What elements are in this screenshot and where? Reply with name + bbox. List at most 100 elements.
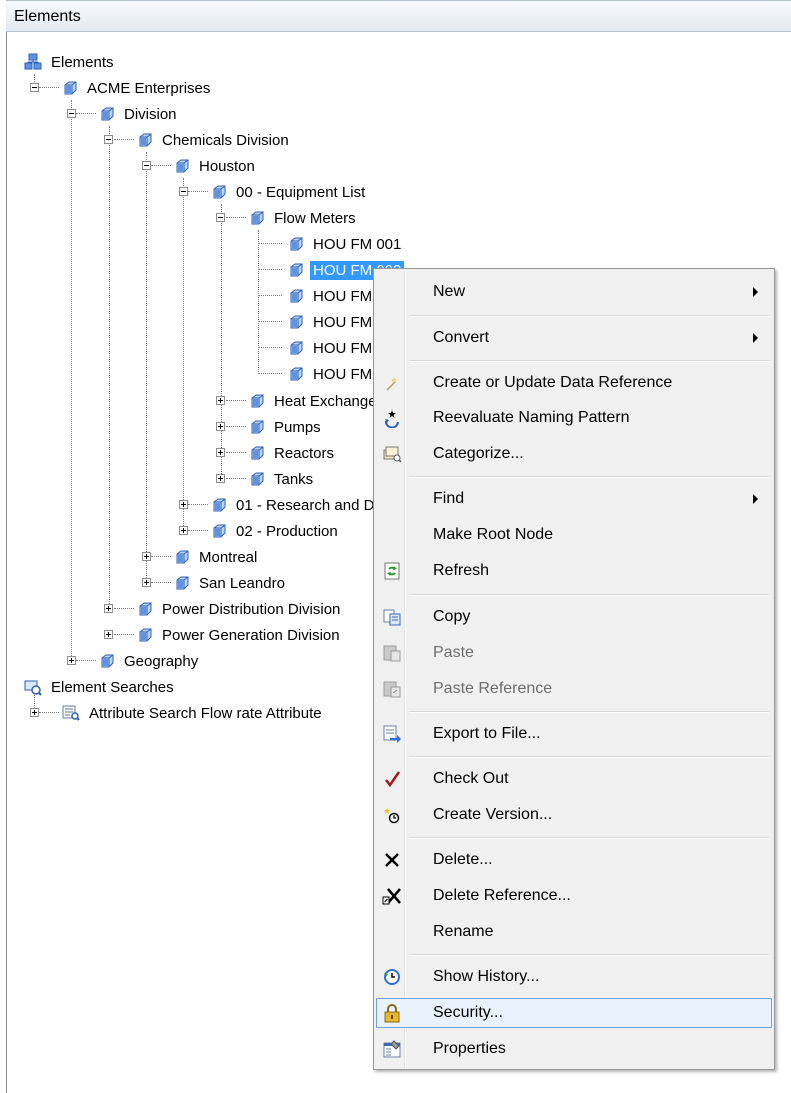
menu-item-reevaluate-naming-pattern[interactable]: Reevaluate Naming Pattern [376,403,772,433]
menu-item-copy[interactable]: Copy [376,602,772,632]
tree-item-equipment-list[interactable]: 00 - Equipment List [211,181,368,203]
tree-item-power-generation[interactable]: Power Generation Division [137,624,343,646]
element-icon [174,575,190,591]
menu-item-paste[interactable]: Paste [376,638,772,668]
tree-item-chemicals[interactable]: Chemicals Division [137,129,292,151]
menu-item-properties[interactable]: Properties [376,1034,772,1064]
element-icon [137,627,153,643]
tree-item-elements-root[interactable]: Elements [24,51,117,73]
expand-heat-exchangers[interactable] [216,396,225,405]
tree-item-acme[interactable]: ACME Enterprises [62,77,213,99]
menu-item-refresh[interactable]: Refresh [376,556,772,586]
menu-item-categorize[interactable]: Categorize... [376,439,772,469]
submenu-arrow-icon [753,333,758,343]
menu-item-paste-reference[interactable]: Paste Reference [376,674,772,704]
paste-reference-icon [383,681,401,698]
expand-reactors[interactable] [216,448,225,457]
menu-item-show-history[interactable]: Show History... [376,962,772,992]
element-icon [249,471,265,487]
tree-item-attribute-search[interactable]: Attribute Search Flow rate Attribute [62,702,325,724]
delete-icon [385,853,399,867]
expand-san-leandro[interactable] [142,578,151,587]
tree-label: Geography [124,652,199,670]
element-search-icon [24,680,42,696]
delete-reference-icon [382,888,401,905]
tree-item-power-distribution[interactable]: Power Distribution Division [137,598,343,620]
tree-label: Elements [51,53,114,71]
collapse-equipment-list[interactable] [179,187,188,196]
tree-item-fm001[interactable]: HOU FM 001 [288,233,404,255]
element-icon [174,158,190,174]
submenu-arrow-icon [753,287,758,297]
reevaluate-icon [385,410,399,428]
menu-item-make-root-node[interactable]: Make Root Node [376,520,772,550]
menu-item-export-to-file[interactable]: Export to File... [376,719,772,749]
collapse-acme[interactable] [30,83,39,92]
tree-label: Chemicals Division [162,131,289,149]
expand-montreal[interactable] [142,552,151,561]
tree-label: Attribute Search Flow rate Attribute [89,704,322,722]
menu-item-new[interactable]: New [376,277,772,307]
tree-item-tanks[interactable]: Tanks [249,468,316,490]
menu-item-delete[interactable]: Delete... [376,845,772,875]
tree-item-element-searches[interactable]: Element Searches [24,676,177,698]
tree-item-division[interactable]: Division [99,103,180,125]
tree-item-geography[interactable]: Geography [99,650,201,672]
properties-icon [383,1040,401,1058]
tree-item-san-leandro[interactable]: San Leandro [174,572,288,594]
tree-label: Houston [199,157,255,175]
tree-item-houston[interactable]: Houston [174,155,258,177]
create-version-icon [384,808,400,824]
elements-root-icon [24,53,42,70]
tree-label: Power Distribution Division [162,600,341,618]
tree-label: Pumps [274,418,321,436]
tree-item-pumps[interactable]: Pumps [249,416,324,438]
collapse-houston[interactable] [142,161,151,170]
tree-item-montreal[interactable]: Montreal [174,546,260,568]
wand-icon [386,377,397,391]
menu-item-check-out[interactable]: Check Out [376,764,772,794]
menu-item-create-version[interactable]: Create Version... [376,800,772,830]
menu-item-delete-reference[interactable]: Delete Reference... [376,881,772,911]
categorize-icon [383,446,402,463]
expand-pumps[interactable] [216,422,225,431]
element-icon [211,523,227,539]
expand-attribute-search[interactable] [30,708,39,717]
element-icon [62,80,78,96]
tree-label: Tanks [274,470,314,488]
element-icon [99,106,115,122]
element-icon [137,132,153,148]
tree-item-heat-exchangers[interactable]: Heat Exchangers [249,390,392,412]
tree-item-flow-meters[interactable]: Flow Meters [249,207,359,229]
collapse-chemicals[interactable] [104,135,113,144]
element-icon [249,445,265,461]
expand-power-distribution[interactable] [104,604,113,613]
context-menu: New Convert Create or Update Data Refere… [373,268,775,1070]
expand-power-generation[interactable] [104,630,113,639]
element-icon [288,236,304,252]
element-icon [211,184,227,200]
element-icon [249,393,265,409]
expand-tanks[interactable] [216,474,225,483]
tree-item-production[interactable]: 02 - Production [211,520,341,542]
element-icon [99,653,115,669]
collapse-flow-meters[interactable] [216,213,225,222]
element-icon [288,366,304,382]
tree-label: San Leandro [199,574,285,592]
lock-icon [384,1004,400,1023]
expand-research[interactable] [179,500,188,509]
expand-production[interactable] [179,526,188,535]
expand-geography[interactable] [67,656,76,665]
tree-label: Reactors [274,444,335,462]
paste-icon [383,645,401,662]
menu-item-create-update-data-reference[interactable]: Create or Update Data Reference [376,368,772,398]
menu-item-convert[interactable]: Convert [376,323,772,353]
menu-item-security[interactable]: Security... [376,998,772,1028]
tree-item-reactors[interactable]: Reactors [249,442,337,464]
element-icon [249,419,265,435]
checkmark-icon [385,771,401,788]
menu-item-rename[interactable]: Rename [376,917,772,947]
menu-item-find[interactable]: Find [376,484,772,514]
collapse-division[interactable] [67,109,76,118]
element-icon [137,601,153,617]
